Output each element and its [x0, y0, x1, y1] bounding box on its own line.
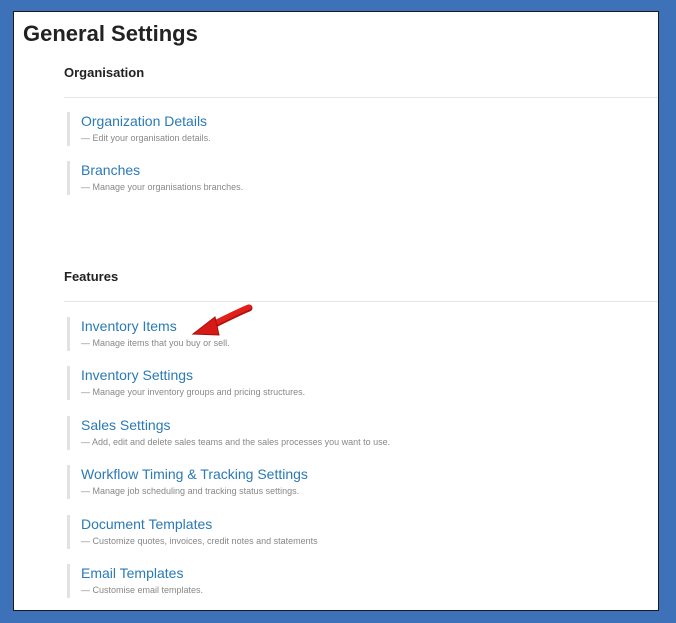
workflow-timing-link[interactable]: Workflow Timing & Tracking Settings: [81, 465, 308, 483]
item-description: — Edit your organisation details.: [81, 133, 211, 143]
email-templates-link[interactable]: Email Templates: [81, 564, 203, 582]
section-divider: [64, 97, 658, 98]
item-description: — Manage job scheduling and tracking sta…: [81, 486, 300, 496]
settings-item-organization-details[interactable]: Organization Details — Edit your organis…: [67, 112, 211, 146]
section-organisation-title: Organisation: [64, 65, 658, 80]
organization-details-link[interactable]: Organization Details: [81, 112, 211, 130]
settings-item-email-templates[interactable]: Email Templates — Customise email templa…: [67, 564, 203, 598]
section-title: Features: [64, 269, 119, 284]
settings-item-sales-settings[interactable]: Sales Settings — Add, edit and delete sa…: [67, 416, 390, 450]
settings-item-inventory-settings[interactable]: Inventory Settings — Manage your invento…: [67, 366, 305, 400]
section-divider: [64, 301, 658, 302]
item-description: — Customise email templates.: [81, 585, 204, 595]
item-description: — Manage your inventory groups and prici…: [81, 387, 306, 397]
branches-link[interactable]: Branches: [81, 161, 243, 179]
document-templates-link[interactable]: Document Templates: [81, 515, 318, 533]
settings-panel: General Settings Organisation Organizati…: [13, 11, 659, 611]
section-features-title: Features: [64, 269, 658, 284]
settings-item-workflow-timing[interactable]: Workflow Timing & Tracking Settings — Ma…: [67, 465, 308, 499]
item-description: — Manage your organisations branches.: [81, 182, 244, 192]
item-description: — Add, edit and delete sales teams and t…: [81, 437, 391, 447]
item-description: — Customize quotes, invoices, credit not…: [81, 536, 318, 546]
section-title: Organisation: [64, 65, 145, 80]
red-arrow-icon: [191, 304, 253, 336]
page-title: General Settings: [23, 21, 198, 46]
sales-settings-link[interactable]: Sales Settings: [81, 416, 390, 434]
settings-item-document-templates[interactable]: Document Templates — Customize quotes, i…: [67, 515, 318, 549]
settings-item-branches[interactable]: Branches — Manage your organisations bra…: [67, 161, 243, 195]
inventory-settings-link[interactable]: Inventory Settings: [81, 366, 305, 384]
